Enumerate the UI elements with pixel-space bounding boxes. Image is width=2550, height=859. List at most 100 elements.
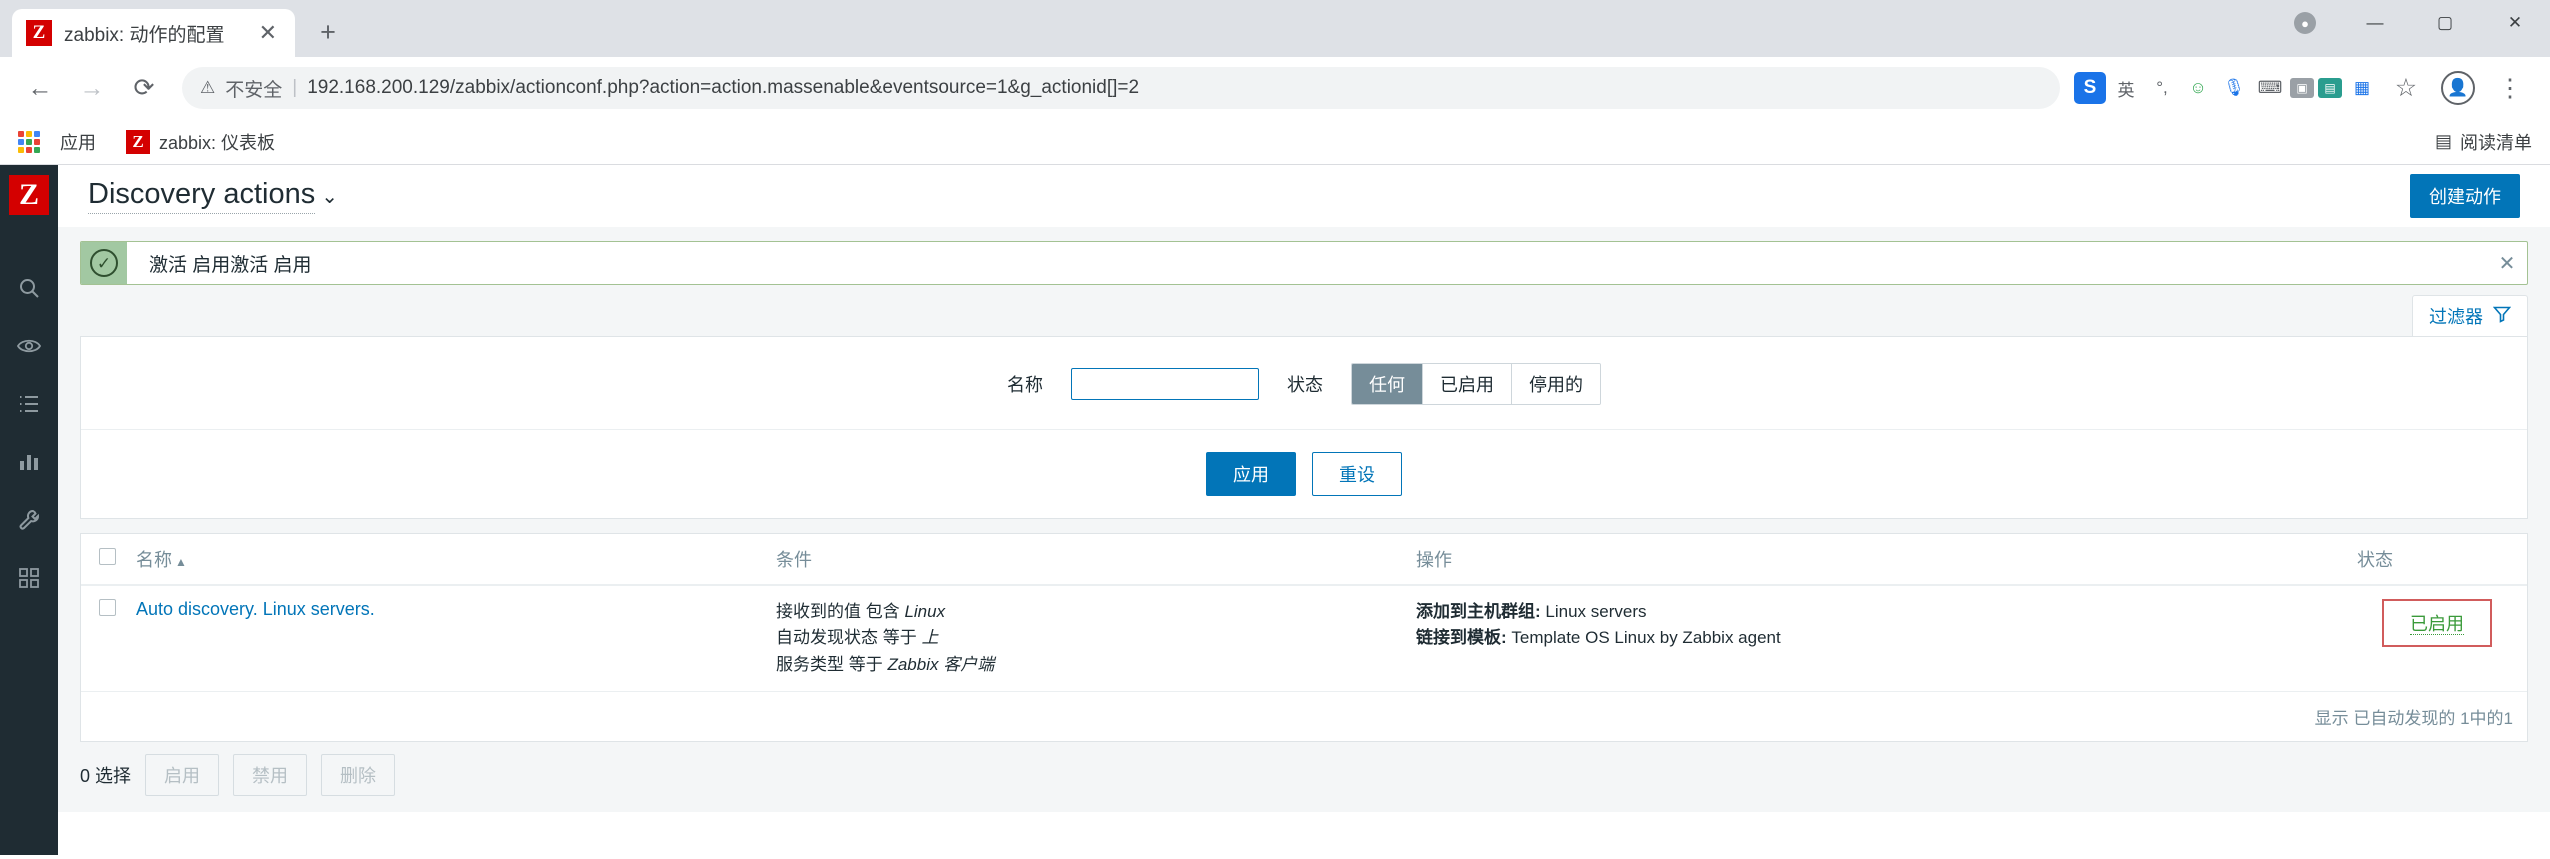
filter-status-option-any[interactable]: 任何 bbox=[1352, 364, 1423, 404]
condition-label: 自动发现状态 等于 bbox=[776, 628, 922, 648]
tab-favicon-icon: Z bbox=[26, 20, 52, 46]
sogou-ime-icon[interactable]: S bbox=[2074, 72, 2106, 104]
url-text: 192.168.200.129/zabbix/actionconf.php?ac… bbox=[307, 77, 1140, 98]
sidebar-item-inventory[interactable] bbox=[0, 375, 58, 433]
header-conditions: 条件 bbox=[766, 534, 1406, 586]
condition-line: 服务类型 等于 Zabbix 客户端 bbox=[776, 652, 1396, 678]
enable-button[interactable]: 启用 bbox=[145, 754, 220, 797]
ime-language-icon[interactable]: 英 bbox=[2110, 73, 2142, 103]
reading-list-icon: ▤ bbox=[2434, 131, 2452, 151]
reset-button[interactable]: 重设 bbox=[1312, 452, 1402, 496]
actions-table-wrapper: 名称 ▲ 条件 操作 状态 Auto discovery. Linux serv… bbox=[80, 533, 2528, 743]
warning-icon: ⚠ bbox=[200, 78, 216, 97]
chevron-down-icon[interactable]: ⌄ bbox=[321, 184, 338, 209]
filter-tab-label: 过滤器 bbox=[2429, 307, 2483, 327]
delete-button[interactable]: 删除 bbox=[321, 754, 396, 797]
minimize-button[interactable]: — bbox=[2340, 0, 2410, 46]
sidebar-item-reports[interactable] bbox=[0, 433, 58, 491]
address-bar[interactable]: ⚠ 不安全 | 192.168.200.129/zabbix/actioncon… bbox=[182, 67, 2060, 109]
condition-label: 服务类型 等于 bbox=[776, 654, 888, 674]
window-close-button[interactable]: ✕ bbox=[2480, 0, 2550, 46]
disable-button[interactable]: 禁用 bbox=[233, 754, 308, 797]
filter-status-option-disabled[interactable]: 停用的 bbox=[1512, 364, 1600, 404]
condition-value: 上 bbox=[921, 628, 939, 648]
message-close-icon[interactable]: ✕ bbox=[2487, 242, 2527, 284]
filter-buttons-row: 应用 重设 bbox=[81, 429, 2527, 496]
filter-tab[interactable]: 过滤器 bbox=[2412, 295, 2528, 336]
operation-value: Linux servers bbox=[1545, 602, 1647, 621]
zabbix-logo-icon[interactable]: Z bbox=[9, 175, 49, 215]
filter-tab-row: 过滤器 bbox=[58, 285, 2550, 336]
operation-value: Template OS Linux by Zabbix agent bbox=[1511, 628, 1781, 648]
search-icon bbox=[17, 276, 41, 300]
reload-icon[interactable]: ⟳ bbox=[120, 64, 168, 112]
page-header: Discovery actions ⌄ 创建动作 bbox=[58, 165, 2550, 227]
status-highlight-box: 已启用 bbox=[2382, 599, 2492, 647]
smiley-icon[interactable]: ☺ bbox=[2182, 73, 2214, 103]
keyboard-icon[interactable]: ⌨ bbox=[2254, 73, 2286, 103]
browser-chrome: Z zabbix: 动作的配置 ✕ + ● — ▢ ✕ ← → ⟳ ⚠ 不安全 … bbox=[0, 0, 2550, 165]
success-message-bar: ✓ 激活 启用激活 启用 ✕ bbox=[80, 241, 2528, 285]
sidebar-item-search[interactable] bbox=[0, 259, 58, 317]
condition-line: 自动发现状态 等于 上 bbox=[776, 625, 1396, 651]
chart-icon bbox=[17, 451, 41, 473]
gift-icon[interactable]: ▤ bbox=[2318, 78, 2342, 98]
tab-title: zabbix: 动作的配置 bbox=[64, 24, 225, 46]
close-icon[interactable]: ✕ bbox=[255, 22, 281, 44]
table-header-row: 名称 ▲ 条件 操作 状态 bbox=[81, 534, 2527, 586]
sidebar: Z bbox=[0, 165, 58, 855]
apps-grid-icon[interactable]: ▦ bbox=[2346, 73, 2378, 103]
tab-strip: Z zabbix: 动作的配置 ✕ + ● — ▢ ✕ bbox=[0, 0, 2550, 57]
selected-count-label: 0 选择 bbox=[80, 766, 132, 787]
screen-record-indicator[interactable]: ● bbox=[2270, 0, 2340, 46]
reading-list-label: 阅读清单 bbox=[2460, 132, 2532, 153]
row-checkbox[interactable] bbox=[99, 599, 116, 616]
apps-launcher-icon[interactable] bbox=[18, 130, 40, 153]
status-badge[interactable]: 已启用 bbox=[2410, 614, 2464, 635]
bookmark-item-zabbix-dashboard[interactable]: Z zabbix: 仪表板 bbox=[116, 125, 285, 159]
maximize-button[interactable]: ▢ bbox=[2410, 0, 2480, 46]
row-name-cell: Auto discovery. Linux servers. bbox=[126, 585, 766, 691]
table-head: 名称 ▲ 条件 操作 状态 bbox=[81, 534, 2527, 586]
sidebar-item-monitoring[interactable] bbox=[0, 317, 58, 375]
message-text: 激活 启用激活 启用 bbox=[149, 254, 312, 276]
action-name-link[interactable]: Auto discovery. Linux servers. bbox=[136, 599, 375, 619]
header-name[interactable]: 名称 ▲ bbox=[126, 534, 766, 586]
operation-line: 添加到主机群组: Linux servers bbox=[1416, 599, 2337, 625]
condition-value: Zabbix 客户端 bbox=[887, 654, 995, 674]
forward-icon[interactable]: → bbox=[68, 64, 116, 112]
header-name-label: 名称 bbox=[136, 550, 172, 570]
navigation-bar: ← → ⟳ ⚠ 不安全 | 192.168.200.129/zabbix/act… bbox=[0, 57, 2550, 119]
apply-button[interactable]: 应用 bbox=[1206, 452, 1296, 496]
sidebar-item-administration[interactable] bbox=[0, 549, 58, 607]
record-dot-icon: ● bbox=[2294, 12, 2316, 34]
page-title: Discovery actions bbox=[88, 178, 316, 214]
punctuation-icon[interactable]: °, bbox=[2146, 73, 2178, 103]
filter-fields-row: 名称 状态 任何 已启用 停用的 bbox=[81, 363, 2527, 405]
window-controls: ● — ▢ ✕ bbox=[2270, 0, 2550, 46]
table-row: Auto discovery. Linux servers. 接收到的值 包含 … bbox=[81, 585, 2527, 691]
back-icon[interactable]: ← bbox=[16, 64, 64, 112]
select-all-header bbox=[81, 534, 126, 586]
sort-ascending-icon: ▲ bbox=[175, 555, 187, 569]
bookmark-star-icon[interactable]: ☆ bbox=[2382, 64, 2430, 112]
reading-list-button[interactable]: ▤ 阅读清单 bbox=[2435, 129, 2532, 155]
select-all-checkbox[interactable] bbox=[99, 548, 116, 565]
content-spacer bbox=[58, 812, 2550, 855]
browser-tab[interactable]: Z zabbix: 动作的配置 ✕ bbox=[12, 9, 295, 57]
new-tab-button[interactable]: + bbox=[305, 9, 351, 55]
camera-icon[interactable]: ▣ bbox=[2290, 78, 2314, 98]
profile-avatar[interactable]: 👤 bbox=[2434, 64, 2482, 112]
check-circle-icon: ✓ bbox=[90, 249, 118, 277]
list-icon bbox=[17, 393, 41, 415]
extension-tray: S 英 °, ☺ 🎙 ⌨ ▣ ▤ ▦ ☆ 👤 ⋮ bbox=[2074, 64, 2534, 112]
filter-name-input[interactable] bbox=[1071, 368, 1259, 400]
browser-menu-icon[interactable]: ⋮ bbox=[2486, 64, 2534, 112]
filter-status-option-enabled[interactable]: 已启用 bbox=[1423, 364, 1512, 404]
bookmark-apps-label[interactable]: 应用 bbox=[50, 125, 106, 159]
sidebar-item-configuration[interactable] bbox=[0, 491, 58, 549]
microphone-icon[interactable]: 🎙 bbox=[2218, 73, 2250, 103]
page-title-group[interactable]: Discovery actions ⌄ bbox=[88, 178, 338, 214]
grid-icon bbox=[18, 567, 40, 589]
create-action-button[interactable]: 创建动作 bbox=[2410, 174, 2520, 218]
